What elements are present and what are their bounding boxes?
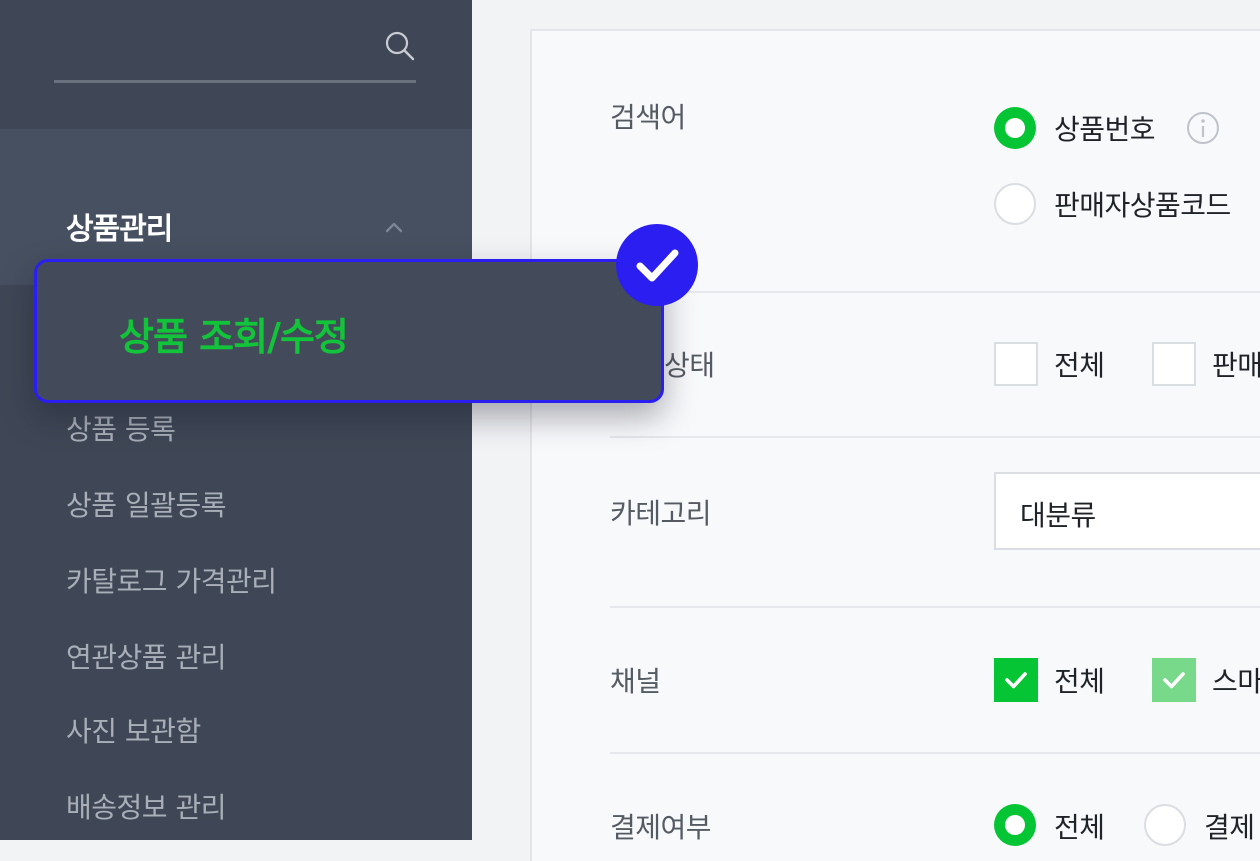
- checkbox-status-all-label: 전체: [1054, 349, 1105, 382]
- category-label: 카테고리: [610, 497, 712, 530]
- sidebar-item-product-search-edit[interactable]: 상품 조회/수정: [34, 259, 664, 403]
- radio-seller-product-code[interactable]: [994, 183, 1036, 225]
- sidebar-item-shipping-info[interactable]: 배송정보 관리: [66, 786, 226, 826]
- sidebar-item-active-label: 상품 조회/수정: [119, 315, 349, 359]
- radio-product-number-label: 상품번호: [1054, 113, 1156, 146]
- checkbox-channel-smart[interactable]: [1152, 658, 1196, 702]
- category-select[interactable]: 대분류: [994, 472, 1260, 550]
- checkbox-channel-all-label: 전체: [1054, 665, 1105, 698]
- sidebar-item-bulk-register[interactable]: 상품 일괄등록: [66, 484, 226, 524]
- search-filter-panel: [530, 29, 1260, 861]
- radio-seller-product-code-label: 판매자상품코드: [1054, 189, 1231, 222]
- sidebar-item-photo-storage[interactable]: 사진 보관함: [66, 710, 201, 750]
- chevron-up-icon[interactable]: [384, 220, 404, 234]
- row-divider: [610, 606, 1260, 608]
- payment-label: 결제여부: [610, 811, 712, 844]
- search-icon[interactable]: [384, 30, 416, 62]
- checkmark-icon: [1163, 672, 1185, 689]
- main-area: 검색어 상품번호 판매자상품코드 상태 전체 판매 카테고리 대분류 채널 전체…: [472, 0, 1260, 861]
- checkbox-status-sale[interactable]: [1152, 342, 1196, 386]
- row-divider: [610, 291, 1260, 293]
- sidebar-search: [54, 24, 416, 83]
- checkbox-channel-all[interactable]: [994, 658, 1038, 702]
- status-label: 상태: [664, 349, 715, 382]
- checkbox-channel-smart-label: 스마: [1212, 665, 1260, 698]
- channel-label: 채널: [610, 665, 661, 698]
- radio-payment-paid-label: 결제: [1204, 811, 1255, 844]
- sidebar-item-catalog-price[interactable]: 카탈로그 가격관리: [66, 560, 277, 600]
- row-divider: [610, 752, 1260, 754]
- radio-product-number[interactable]: [994, 107, 1036, 149]
- sidebar-item-product-register[interactable]: 상품 등록: [66, 408, 176, 448]
- checkmark-icon: [1005, 672, 1027, 689]
- checkbox-status-sale-label: 판매: [1212, 349, 1260, 382]
- sidebar: 상품관리 상품 등록 상품 일괄등록 카탈로그 가격관리 연관상품 관리 사진 …: [0, 0, 472, 840]
- sidebar-item-related-products[interactable]: 연관상품 관리: [66, 636, 226, 676]
- info-icon[interactable]: [1186, 111, 1220, 145]
- check-badge-icon: [616, 224, 698, 306]
- row-divider: [610, 436, 1260, 438]
- sidebar-group-title[interactable]: 상품관리: [66, 204, 173, 248]
- category-select-value: 대분류: [1020, 499, 1096, 532]
- search-term-label: 검색어: [610, 101, 686, 134]
- sidebar-search-input[interactable]: [54, 24, 378, 78]
- checkbox-status-all[interactable]: [994, 342, 1038, 386]
- radio-payment-all-label: 전체: [1054, 811, 1105, 844]
